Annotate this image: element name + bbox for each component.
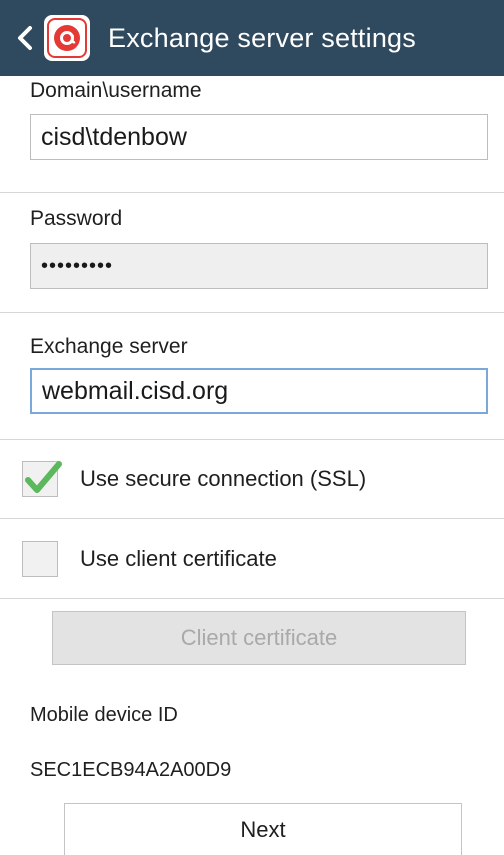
page-title: Exchange server settings	[108, 22, 416, 53]
title-bar: Exchange server settings	[0, 0, 504, 76]
client-certificate-label: Use client certificate	[80, 546, 277, 571]
password-value: •••••••••	[41, 254, 114, 277]
secure-connection-label: Use secure connection (SSL)	[80, 466, 367, 491]
next-button[interactable]: Next	[64, 803, 462, 855]
mobile-device-id-label: Mobile device ID	[30, 704, 178, 726]
exchange-server-input[interactable]: webmail.cisd.org	[30, 368, 488, 414]
checkmark-icon	[25, 461, 62, 493]
password-label: Password	[30, 207, 123, 230]
divider	[0, 598, 504, 599]
password-input[interactable]: •••••••••	[30, 243, 488, 289]
domain-username-value: cisd\tdenbow	[41, 122, 187, 151]
secure-connection-option[interactable]: Use secure connection (SSL)	[22, 456, 366, 502]
exchange-server-value: webmail.cisd.org	[42, 376, 229, 405]
chevron-left-icon[interactable]	[14, 22, 36, 54]
client-certificate-button[interactable]: Client certificate	[52, 611, 466, 665]
divider	[0, 439, 504, 440]
domain-username-input[interactable]: cisd\tdenbow	[30, 114, 488, 160]
client-certificate-option[interactable]: Use client certificate	[22, 536, 277, 582]
client-certificate-checkbox[interactable]	[22, 541, 58, 577]
domain-username-label: Domain\username	[30, 79, 202, 102]
mobile-device-id-value: SEC1ECB94A2A00D9	[30, 759, 232, 781]
divider	[0, 192, 504, 193]
divider	[0, 312, 504, 313]
divider	[0, 518, 504, 519]
exchange-server-label: Exchange server	[30, 335, 188, 358]
secure-connection-checkbox[interactable]	[22, 461, 62, 497]
email-app-icon	[44, 15, 90, 61]
